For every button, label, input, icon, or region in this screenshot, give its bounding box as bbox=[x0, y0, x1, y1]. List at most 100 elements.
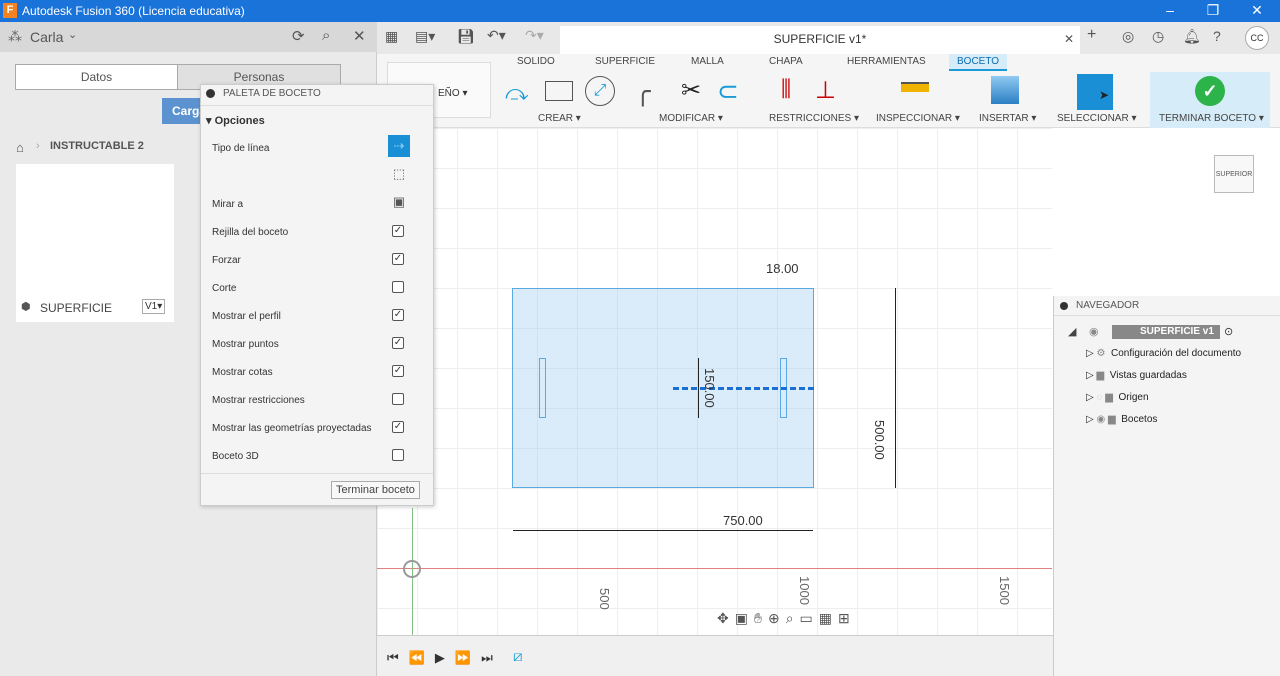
group-modificar[interactable]: MODIFICAR ▾ bbox=[659, 113, 723, 124]
activate-radio-icon[interactable]: ⊙ bbox=[1224, 325, 1233, 338]
checkbox[interactable] bbox=[392, 393, 404, 405]
checkbox[interactable]: ✓ bbox=[392, 309, 404, 321]
minimize-button[interactable]: – bbox=[1155, 2, 1185, 18]
construction-line[interactable] bbox=[673, 387, 814, 390]
timeline-controls[interactable]: ⏮⏪▶⏩⏭ bbox=[387, 650, 503, 666]
collapse-icon[interactable] bbox=[206, 89, 215, 98]
dimension-750[interactable]: 750.00 bbox=[723, 513, 763, 528]
version-badge[interactable]: V1▾ bbox=[142, 299, 166, 314]
root-component[interactable]: SUPERFICIE v1 bbox=[1112, 325, 1220, 339]
checkbox[interactable]: ✓ bbox=[392, 421, 404, 433]
nav-item-origin[interactable]: ▷ ◌ ▆ Origen bbox=[1086, 392, 1149, 403]
avatar[interactable]: CC bbox=[1245, 26, 1269, 50]
redo-icon[interactable]: ↷▾ bbox=[525, 27, 544, 44]
nav-item-sketches[interactable]: ▷ ◉ ▆ Bocetos bbox=[1086, 414, 1157, 425]
collapse-icon[interactable] bbox=[1060, 302, 1068, 310]
close-icon[interactable]: ✕ bbox=[353, 27, 366, 45]
folder-icon: ▆ bbox=[1108, 414, 1116, 425]
insert-image-icon[interactable] bbox=[991, 76, 1019, 104]
pan-hand-icon[interactable]: ✋︎ bbox=[754, 610, 768, 626]
home-icon[interactable]: ⌂ bbox=[16, 140, 24, 155]
rectangle-tool-icon[interactable] bbox=[545, 81, 573, 101]
maximize-button[interactable]: ❐ bbox=[1198, 2, 1228, 19]
offset-tool-icon[interactable]: ⊂ bbox=[717, 76, 739, 107]
bell-icon[interactable]: 🔔︎ bbox=[1183, 28, 1201, 45]
select-icon[interactable]: ➤ bbox=[1077, 74, 1113, 110]
new-tab-icon[interactable]: + bbox=[1087, 26, 1096, 44]
dimension-18[interactable]: 18.00 bbox=[766, 261, 799, 276]
extensions-icon[interactable]: ◎ bbox=[1122, 28, 1134, 45]
expand-triangle-icon[interactable]: ◢ bbox=[1068, 325, 1076, 338]
close-tab-icon[interactable]: ✕ bbox=[1064, 26, 1074, 52]
group-crear[interactable]: CREAR ▾ bbox=[538, 113, 581, 124]
eye-icon[interactable]: ◉ bbox=[1089, 325, 1099, 338]
app-logo: F bbox=[3, 3, 17, 18]
constraint-icon[interactable]: ⫼ bbox=[781, 76, 791, 102]
finish-sketch-palette-button[interactable]: Terminar boceto bbox=[331, 481, 420, 499]
perpendicular-constraint-icon[interactable]: ⊥ bbox=[815, 76, 836, 105]
group-insertar[interactable]: INSERTAR ▾ bbox=[979, 113, 1036, 124]
group-restricciones[interactable]: RESTRICCIONES ▾ bbox=[769, 113, 859, 124]
sketch-canvas[interactable]: 750.00 500.00 18.00 150.00 500 1000 1500… bbox=[377, 128, 1052, 635]
dimension-150[interactable]: 150.00 bbox=[702, 368, 717, 408]
nav-item-saved-views[interactable]: ▷ ▆ Vistas guardadas bbox=[1086, 370, 1187, 381]
document-tab[interactable]: SUPERFICIE v1* ✕ bbox=[560, 26, 1080, 54]
tab-chapa[interactable]: CHAPA bbox=[769, 56, 803, 67]
fillet-tool-icon[interactable]: ╭ bbox=[635, 76, 651, 107]
design-thumbnail[interactable]: ⬢ SUPERFICIE V1▾ bbox=[16, 164, 174, 322]
checkbox[interactable]: ✓ bbox=[392, 225, 404, 237]
history-icon[interactable]: ◷ bbox=[1152, 28, 1164, 45]
display-icon[interactable]: ▭ bbox=[800, 610, 819, 626]
slot-left[interactable] bbox=[539, 358, 546, 418]
tab-datos[interactable]: Datos bbox=[15, 64, 178, 90]
viewcube[interactable]: SUPERIOR bbox=[1214, 155, 1254, 193]
circle-tool-icon[interactable]: ⤢ bbox=[585, 76, 615, 106]
origin-point[interactable] bbox=[403, 560, 421, 578]
look-at-icon[interactable]: ▣ bbox=[735, 610, 754, 626]
sketch-feature-icon[interactable]: ⧄ bbox=[513, 648, 523, 665]
dimension-500[interactable]: 500.00 bbox=[872, 420, 887, 460]
orbit-icon[interactable]: ✥ bbox=[717, 610, 735, 626]
construction-icon[interactable]: ⬚ bbox=[388, 163, 410, 185]
breadcrumb[interactable]: INSTRUCTABLE 2 bbox=[50, 140, 144, 152]
window-title: Autodesk Fusion 360 (Licencia educativa) bbox=[22, 4, 245, 18]
user-dropdown[interactable]: Carla bbox=[30, 29, 63, 45]
grid-icon[interactable]: ▦ bbox=[819, 610, 838, 626]
checkbox[interactable]: ✓ bbox=[392, 337, 404, 349]
tab-herramientas[interactable]: HERRAMIENTAS bbox=[847, 56, 926, 67]
navigation-toolbar[interactable]: ✥▣✋︎⊕⌕▭▦⊞ bbox=[717, 610, 856, 627]
checkbox[interactable]: ✓ bbox=[392, 253, 404, 265]
chevron-down-icon[interactable]: ⌄ bbox=[68, 28, 77, 41]
zoom-icon[interactable]: ⊕ bbox=[768, 610, 786, 626]
search-icon[interactable]: ⌕ bbox=[322, 27, 330, 44]
document-title: SUPERFICIE v1* bbox=[773, 32, 867, 46]
group-seleccionar[interactable]: SELECCIONAR ▾ bbox=[1057, 113, 1136, 124]
checkbox[interactable] bbox=[392, 281, 404, 293]
apps-grid-icon[interactable]: ▦ bbox=[385, 28, 398, 45]
last-icon: ⏭ bbox=[481, 650, 503, 665]
checkbox[interactable] bbox=[392, 449, 404, 461]
undo-icon[interactable]: ↶▾ bbox=[487, 27, 506, 44]
axis-tick-500: 500 bbox=[597, 588, 612, 610]
refresh-icon[interactable]: ⟳ bbox=[292, 27, 305, 45]
measure-icon[interactable] bbox=[901, 82, 929, 92]
tab-superficie[interactable]: SUPERFICIE bbox=[595, 56, 655, 67]
file-icon[interactable]: ▤▾ bbox=[415, 28, 435, 45]
line-type-icon[interactable]: ⇢ bbox=[388, 135, 410, 157]
tab-solido[interactable]: SOLIDO bbox=[517, 56, 555, 67]
tab-boceto[interactable]: BOCETO bbox=[949, 54, 1008, 71]
options-section[interactable]: ▾ Opciones bbox=[206, 114, 265, 127]
line-tool-icon[interactable]: ⤼ bbox=[505, 80, 529, 106]
group-terminar-boceto[interactable]: TERMINAR BOCETO ▾ bbox=[1159, 113, 1264, 124]
help-icon[interactable]: ? bbox=[1213, 28, 1221, 44]
trim-scissors-icon[interactable]: ✂ bbox=[681, 76, 701, 105]
close-button[interactable]: ✕ bbox=[1242, 2, 1272, 19]
checkbox[interactable]: ✓ bbox=[392, 365, 404, 377]
nav-item-document-settings[interactable]: ▷ ⚙ Configuración del documento bbox=[1086, 348, 1241, 359]
group-inspeccionar[interactable]: INSPECCIONAR ▾ bbox=[876, 113, 960, 124]
viewports-icon[interactable]: ⊞ bbox=[838, 610, 856, 626]
save-icon[interactable]: 💾︎ bbox=[457, 28, 475, 45]
fit-icon[interactable]: ⌕ bbox=[786, 610, 800, 626]
look-at-icon[interactable]: ▣ bbox=[388, 191, 410, 213]
tab-malla[interactable]: MALLA bbox=[691, 56, 724, 67]
